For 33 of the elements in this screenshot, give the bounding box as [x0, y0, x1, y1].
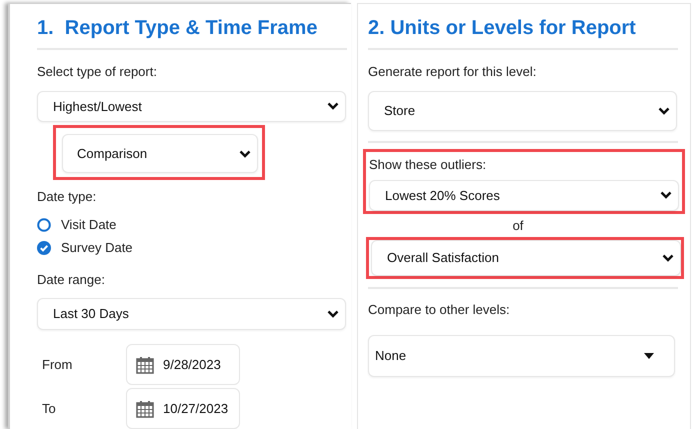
dropdown[interactable]: Comparison: [62, 134, 258, 174]
dropdown[interactable]: Last 30 Days: [37, 298, 346, 330]
chevron-down-icon: [660, 191, 672, 200]
date-field[interactable]: 10/27/2023: [126, 388, 240, 429]
field-label: Date range:: [37, 270, 106, 289]
radio-checked-icon[interactable]: [37, 241, 51, 255]
section-heading: 2. Units or Levels for Report: [368, 17, 636, 39]
field-label: Compare to other levels:: [368, 301, 511, 319]
radio-label[interactable]: Visit Date: [61, 214, 116, 234]
field-label: Date type:: [37, 188, 98, 206]
calendar-icon: [136, 356, 154, 374]
field-label: Show these outliers:: [369, 156, 488, 174]
dropdown[interactable]: Highest/Lowest: [37, 90, 346, 122]
dropdown[interactable]: Store: [368, 90, 677, 130]
chevron-down-icon: [327, 102, 339, 110]
field-label: Select type of report:: [37, 63, 158, 81]
caret-down-icon: [644, 352, 654, 358]
chevron-down-icon: [239, 150, 251, 158]
radio-unchecked-icon[interactable]: [37, 218, 51, 232]
field-label: From: [41, 356, 74, 374]
chevron-down-icon: [327, 310, 339, 318]
dropdown[interactable]: Overall Satisfaction: [371, 240, 681, 276]
field-label: To: [41, 400, 57, 418]
connector-text: of: [512, 216, 524, 234]
dropdown[interactable]: Lowest 20% Scores: [369, 180, 679, 210]
dropdown[interactable]: None: [368, 334, 675, 376]
radio-label[interactable]: Survey Date: [61, 238, 133, 258]
calendar-icon: [136, 400, 154, 418]
section-heading: 1. Report Type & Time Frame: [37, 17, 318, 39]
chevron-down-icon: [658, 106, 670, 114]
chevron-down-icon: [662, 254, 674, 262]
date-field[interactable]: 9/28/2023: [126, 344, 240, 385]
field-label: Generate report for this level:: [368, 63, 538, 81]
